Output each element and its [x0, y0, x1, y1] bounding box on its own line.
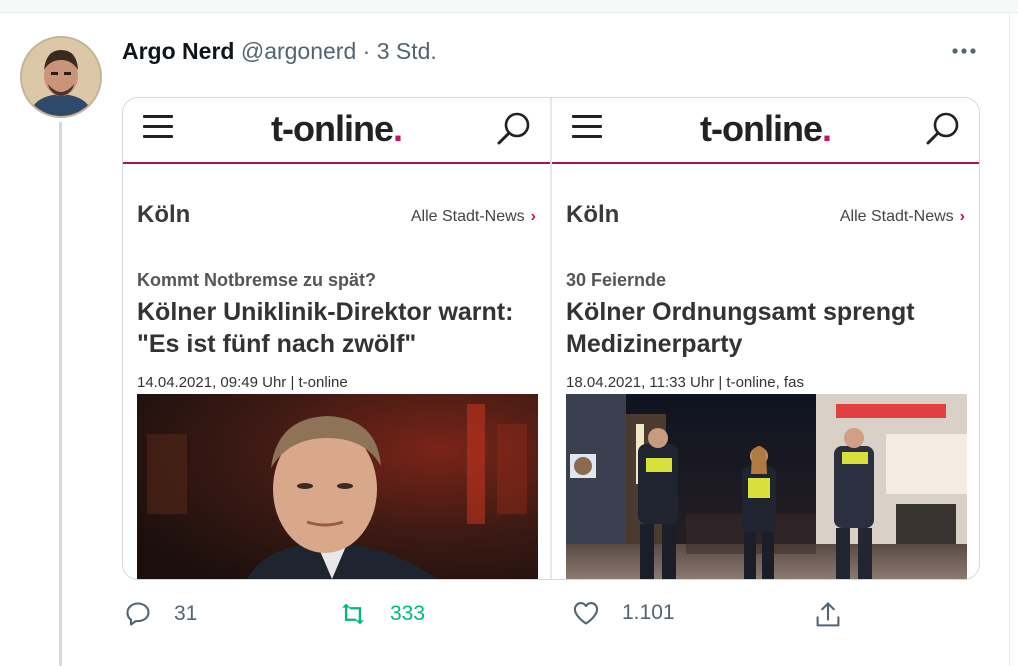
media-image-left[interactable]: t-online. Köln Alle Stadt-News › Kommt No…	[123, 98, 550, 579]
author-name[interactable]: Argo Nerd	[122, 38, 234, 64]
retweet-button[interactable]: 333	[338, 600, 425, 628]
article-headline: Kölner Uniklinik-Direktor warnt: "Es ist…	[137, 298, 514, 358]
chevron-right-icon: ›	[530, 208, 536, 225]
timeline-border	[1009, 12, 1010, 666]
media-image-right[interactable]: t-online. Köln Alle Stadt-News › 30 Feier…	[552, 98, 979, 579]
author-handle[interactable]: @argonerd	[241, 38, 356, 64]
article-kicker: Kommt Notbremse zu spät?	[137, 270, 377, 290]
portrait-photo	[137, 394, 538, 579]
heart-icon	[573, 602, 599, 625]
tonline-topbar: t-online.	[123, 98, 550, 164]
tonline-logo: t-online.	[123, 108, 550, 150]
tweet-actions: 31 333 1.101	[0, 600, 1018, 640]
logo-dot: .	[392, 108, 403, 149]
search-icon	[497, 112, 530, 145]
tweet-header: Argo Nerd @argonerd · 3 Std.	[122, 38, 437, 65]
all-city-news-link: Alle Stadt-News ›	[840, 208, 965, 226]
header-separator: ·	[362, 38, 371, 64]
like-count: 1.101	[622, 601, 675, 624]
logo-dot: .	[821, 108, 832, 149]
street-photo	[566, 394, 967, 579]
tweet-media[interactable]: t-online. Köln Alle Stadt-News › Kommt No…	[122, 97, 980, 580]
article-dateline: 18.04.2021, 11:33 Uhr | t-online, fas	[566, 374, 804, 391]
reply-count: 31	[174, 602, 198, 625]
share-button[interactable]	[814, 600, 864, 630]
article-kicker: 30 Feiernde	[566, 270, 667, 290]
tweet-time[interactable]: 3 Std.	[377, 38, 437, 64]
like-button[interactable]: 1.101	[572, 600, 675, 626]
thread-line	[59, 122, 62, 666]
all-news-label: Alle Stadt-News	[410, 208, 525, 225]
all-city-news-link: Alle Stadt-News ›	[411, 208, 536, 226]
city-label: Köln	[566, 201, 620, 228]
reply-icon	[126, 602, 150, 626]
retweet-icon	[342, 603, 364, 625]
avatar-image	[22, 38, 100, 116]
logo-text: t-online	[271, 108, 394, 149]
article-dateline: 14.04.2021, 09:49 Uhr | t-online	[137, 374, 348, 391]
share-icon	[816, 602, 840, 627]
city-label: Köln	[137, 201, 191, 228]
article-photo-portrait	[137, 394, 538, 579]
article-photo-street	[566, 394, 967, 579]
article-headline: Kölner Ordnungsamt sprengt Medizinerpart…	[566, 298, 915, 358]
tonline-logo: t-online.	[552, 108, 979, 150]
tonline-topbar: t-online.	[552, 98, 979, 164]
more-icon[interactable]	[950, 38, 978, 70]
search-icon	[926, 112, 959, 145]
more-horizontal-icon	[952, 48, 976, 54]
chevron-right-icon: ›	[959, 208, 965, 225]
reply-button[interactable]: 31	[124, 600, 197, 628]
all-news-label: Alle Stadt-News	[839, 208, 954, 225]
retweet-count: 333	[390, 602, 426, 625]
logo-text: t-online	[700, 108, 823, 149]
avatar[interactable]	[20, 36, 102, 118]
top-strip	[0, 0, 1018, 13]
